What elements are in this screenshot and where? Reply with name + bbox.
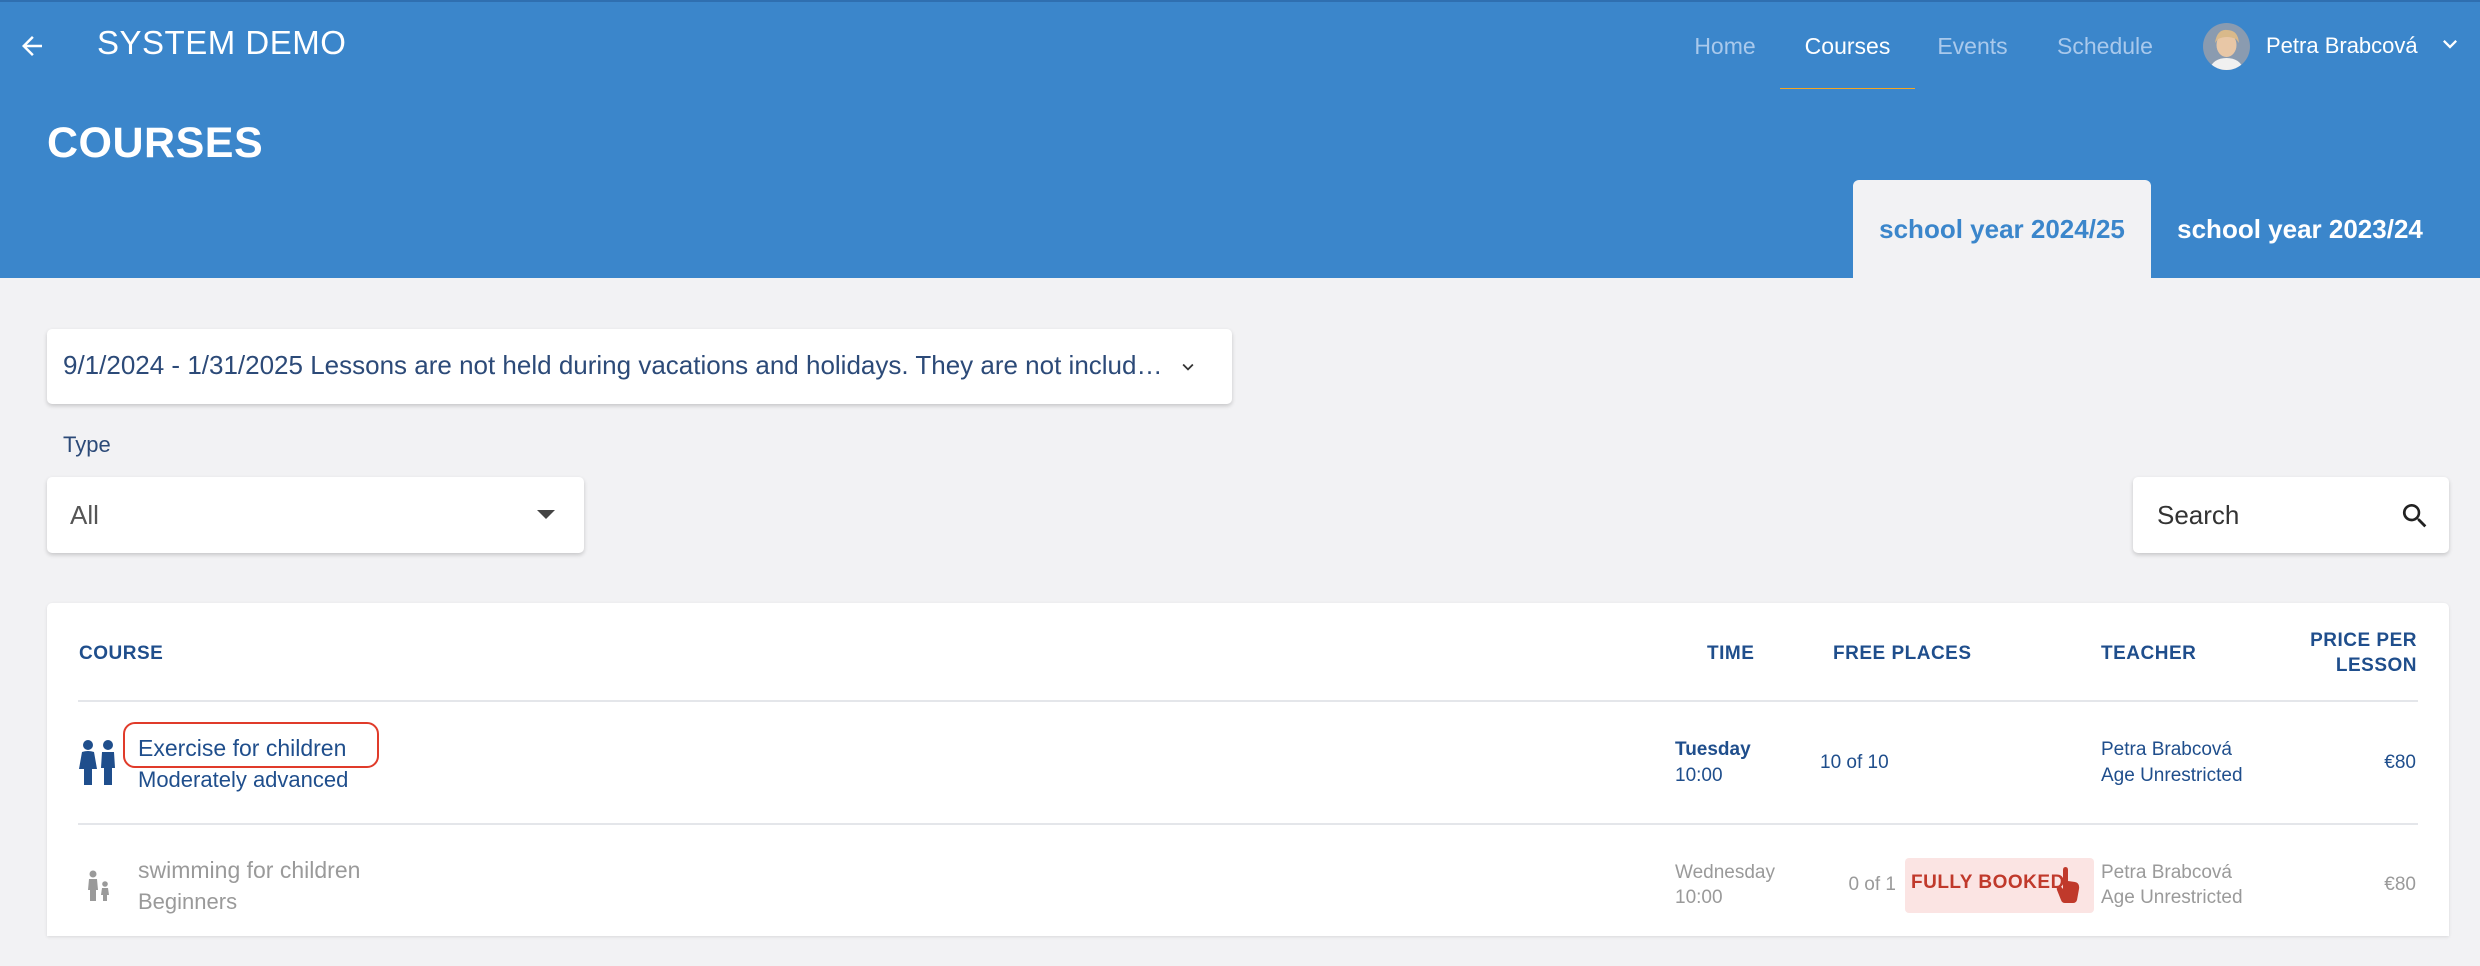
- column-header-free-places[interactable]: FREE PLACES: [1833, 643, 1972, 665]
- type-label: Type: [63, 432, 111, 457]
- chevron-down-icon[interactable]: [2436, 30, 2464, 58]
- column-header-course[interactable]: COURSE: [79, 643, 163, 665]
- type-value: All: [70, 500, 99, 530]
- period-value: 9/1/2024 - 1/31/2025 Lessons are not hel…: [63, 350, 1163, 380]
- course-day: Wednesday: [1675, 862, 1775, 883]
- age-restriction: Age Unrestricted: [2101, 765, 2243, 786]
- course-level: Moderately advanced: [138, 767, 349, 792]
- nav-schedule[interactable]: Schedule: [2050, 2, 2160, 91]
- page-title: COURSES: [47, 119, 264, 167]
- course-day: Tuesday: [1675, 739, 1751, 760]
- arrow-left-icon: [22, 36, 42, 56]
- search-placeholder: Search: [2157, 500, 2240, 530]
- tab-school-year-2023-24[interactable]: school year 2023/24: [2165, 180, 2435, 278]
- price: €80: [2384, 752, 2416, 773]
- nav-courses[interactable]: Courses: [1780, 2, 1915, 91]
- price: €80: [2384, 874, 2416, 895]
- page-header: COURSES school year 2024/25 school year …: [0, 89, 2480, 278]
- age-restriction: Age Unrestricted: [2101, 887, 2243, 908]
- avatar: [2203, 22, 2250, 70]
- tab-school-year-2024-25[interactable]: school year 2024/25: [1853, 180, 2151, 278]
- nav-events[interactable]: Events: [1925, 2, 2020, 91]
- back-button[interactable]: [14, 28, 50, 64]
- dropdown-caret-icon: [537, 510, 555, 519]
- type-select[interactable]: All: [47, 477, 584, 553]
- column-header-price-line1[interactable]: PRICE PER: [2300, 630, 2417, 652]
- period-select[interactable]: 9/1/2024 - 1/31/2025 Lessons are not hel…: [47, 329, 1232, 404]
- teacher-name: Petra Brabcová: [2101, 739, 2232, 760]
- free-places: 0 of 1: [1848, 874, 1896, 895]
- course-name-link[interactable]: Exercise for children: [138, 735, 346, 762]
- course-time: 10:00: [1675, 765, 1723, 786]
- chevron-down-icon[interactable]: [1175, 356, 1201, 378]
- fully-booked-label: FULLY BOOKED: [1911, 872, 2065, 893]
- teacher-name: Petra Brabcová: [2101, 862, 2232, 883]
- children-icon: [79, 740, 115, 785]
- search-icon[interactable]: [2399, 500, 2431, 532]
- divider: [78, 823, 2418, 825]
- app-title[interactable]: SYSTEM DEMO: [97, 24, 346, 62]
- hand-pointer-icon: [2056, 867, 2080, 903]
- free-places: 10 of 10: [1820, 752, 1889, 773]
- course-level: Beginners: [138, 889, 238, 914]
- column-header-time[interactable]: TIME: [1707, 643, 1754, 665]
- nav-home[interactable]: Home: [1680, 2, 1770, 91]
- app-bar: SYSTEM DEMO Home Courses Events Schedule…: [0, 0, 2480, 91]
- column-header-price-line2: LESSON: [2335, 655, 2417, 676]
- user-menu[interactable]: Petra Brabcová: [2203, 22, 2418, 70]
- column-header-teacher[interactable]: TEACHER: [2101, 643, 2196, 665]
- user-name: Petra Brabcová: [2266, 33, 2418, 58]
- course-name-link[interactable]: swimming for children: [138, 857, 360, 884]
- course-time: 10:00: [1675, 887, 1723, 908]
- parent-child-icon: [88, 870, 109, 901]
- divider: [78, 700, 2418, 702]
